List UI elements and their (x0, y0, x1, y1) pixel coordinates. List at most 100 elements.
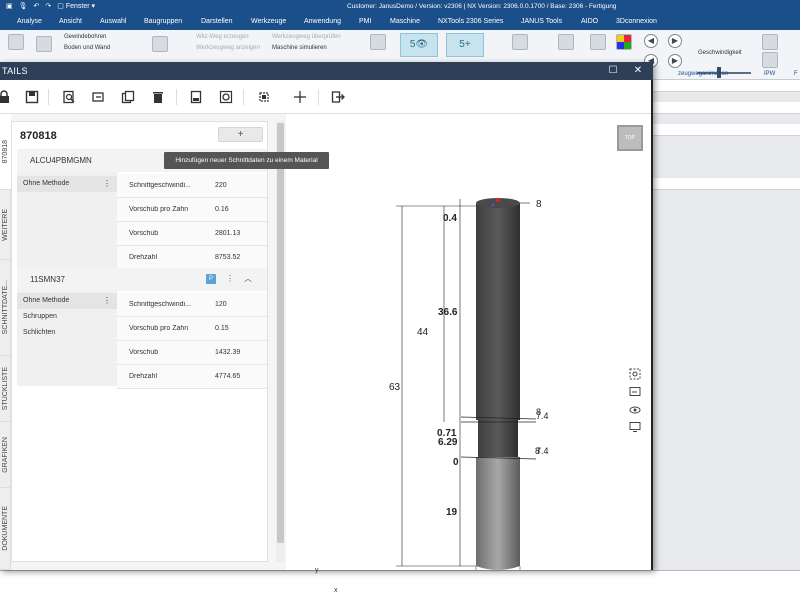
menu-pmi[interactable]: PMI (359, 18, 371, 25)
ribbon-wkz-pruefen[interactable]: Werkzeugweg überprüfen (272, 34, 341, 40)
param-value: 220 (215, 182, 227, 189)
toolbar-separator (48, 89, 49, 105)
tab-grafiken[interactable]: GRAFIKEN (0, 422, 11, 488)
close-icon[interactable]: ✕ (631, 64, 645, 78)
tab-schnittdaten[interactable]: SCHNITTDATE... (0, 260, 11, 356)
annotate-icon[interactable] (629, 386, 641, 398)
document-icon[interactable] (512, 34, 528, 50)
pocket-icon[interactable] (36, 36, 52, 52)
trash-icon[interactable] (150, 89, 166, 105)
tab-weitere[interactable]: WEITERE (0, 190, 11, 260)
window-menu[interactable]: ▢ Fenster ▾ (57, 2, 95, 10)
scrollbar-thumb[interactable] (277, 123, 284, 543)
eye-icon[interactable] (629, 404, 641, 416)
report-icon[interactable] (188, 89, 204, 105)
ipw-icon[interactable] (762, 34, 778, 50)
material-name: 11SMN37 (30, 275, 65, 284)
tab-dokumente[interactable]: DOKUMENTE (0, 488, 11, 570)
method-item[interactable]: Schlichten (17, 325, 117, 341)
step-back-icon[interactable]: ◀ (644, 34, 658, 48)
save-icon[interactable]: ▣ (6, 2, 13, 10)
menu-nxtools[interactable]: NXTools 2306 Series (438, 18, 503, 25)
dialog-title: TAILS (2, 66, 28, 76)
copy-icon[interactable] (120, 89, 136, 105)
dim-neck-radius-bottom: 7.4 (536, 446, 549, 456)
upload-icon[interactable] (590, 34, 606, 50)
maximize-icon[interactable]: ☐ (606, 64, 620, 78)
material-header[interactable]: 11SMN37 P ⋮ ︿ (17, 268, 267, 291)
add-5axis-button[interactable]: 5+ (446, 33, 484, 57)
menu-werkzeuge[interactable]: Werkzeuge (251, 18, 286, 25)
tab-stueckliste[interactable]: STÜCKLISTE (0, 356, 11, 422)
lock-icon[interactable] (0, 89, 12, 105)
nx-title-bar: ▣ 🎙 ↶ ↷ ▢ Fenster ▾ Customer: JanusDemo … (0, 0, 800, 14)
menu-darstellen[interactable]: Darstellen (201, 18, 233, 25)
menu-3dconnexion[interactable]: 3Dconnexion (616, 18, 657, 25)
play-icon[interactable]: ▶ (668, 34, 682, 48)
move-icon[interactable] (292, 89, 308, 105)
param-row[interactable]: Vorschub 1432.39 (117, 341, 267, 365)
menu-aido[interactable]: AIDO (581, 18, 598, 25)
chevron-up-icon[interactable]: ︿ (244, 273, 252, 284)
ribbon-gewindebohren[interactable]: Gewindebohren (64, 34, 106, 40)
dim-flute-length: 36.6 (438, 307, 458, 318)
param-value: 2801.13 (215, 230, 241, 237)
method-item[interactable]: Ohne Methode ⋮ (17, 293, 117, 309)
nx-graphics-area[interactable] (652, 80, 800, 600)
kebab-icon[interactable]: ⋮ (226, 274, 234, 283)
postprocess-icon[interactable] (370, 34, 386, 50)
tool-center-marker (491, 203, 495, 207)
ribbon-geschwindigkeit: Geschwindigkeit (698, 50, 742, 56)
kebab-icon[interactable]: ⋮ (103, 293, 111, 309)
dim-total-length: 63 (389, 382, 401, 393)
param-row[interactable]: Schnittgeschwindi... 120 (117, 293, 267, 317)
ribbon-maschine-sim[interactable]: Maschine simulieren (272, 45, 327, 51)
menu-baugruppen[interactable]: Baugruppen (144, 18, 182, 25)
undo-icon[interactable]: ↶ (34, 2, 40, 10)
param-row[interactable]: Vorschub pro Zahn 0.16 (117, 198, 267, 222)
param-row[interactable]: Vorschub pro Zahn 0.15 (117, 317, 267, 341)
color-wheel-icon[interactable] (616, 34, 632, 50)
drill-icon[interactable] (8, 34, 24, 50)
save-icon[interactable] (24, 89, 40, 105)
vertical-tab-bar: 870818 WEITERE SCHNITTDATE... STÜCKLISTE… (0, 114, 11, 570)
show-5axis-button[interactable]: 5👁 (400, 33, 438, 57)
step-forward-icon[interactable]: ▶ (668, 54, 682, 68)
ribbon-boden-wand[interactable]: Boden und Wand (64, 45, 110, 51)
panel-scrollbar[interactable] (276, 121, 285, 562)
menu-auswahl[interactable]: Auswahl (100, 18, 126, 25)
redo-icon[interactable]: ↷ (45, 2, 51, 10)
export-icon[interactable] (330, 89, 346, 105)
menu-analyse[interactable]: Analyse (17, 18, 42, 25)
method-item[interactable]: Ohne Methode ⋮ (17, 176, 117, 192)
tool-drawing-viewer[interactable]: 8 63 44 36.6 0.4 0.71 6.29 0 19 8 7.4 8 … (286, 114, 651, 600)
add-cutting-data-button[interactable]: + (218, 127, 263, 142)
target-icon[interactable] (218, 89, 234, 105)
search-document-icon[interactable] (61, 89, 77, 105)
fit-view-icon[interactable] (629, 368, 641, 380)
menu-maschine[interactable]: Maschine (390, 18, 420, 25)
dim-top-diameter: 8 (536, 199, 542, 210)
dim-cutting-length: 44 (417, 327, 429, 338)
ribbon-wkz-weg[interactable]: Wkz-Weg erzeugen (196, 34, 249, 40)
ribbon-wkz-anzeigen[interactable]: Werkzeugweg anzeigen (196, 45, 260, 51)
ipw-stack-icon[interactable] (762, 52, 778, 68)
dialog-title-bar[interactable]: TAILS ☐ ✕ (0, 62, 653, 80)
monitor-icon[interactable] (558, 34, 574, 50)
method-item[interactable]: Schruppen (17, 309, 117, 325)
view-cube[interactable]: TOP (617, 125, 643, 151)
param-row[interactable]: Drehzahl 8753.52 (117, 246, 267, 270)
tab-870818[interactable]: 870818 (0, 114, 11, 190)
param-row[interactable]: Vorschub 2801.13 (117, 222, 267, 246)
menu-anwendung[interactable]: Anwendung (304, 18, 341, 25)
fit-view-icon[interactable] (256, 89, 272, 105)
monitor-icon[interactable] (629, 421, 641, 433)
param-row[interactable]: Schnittgeschwindi... 220 (117, 174, 267, 198)
edit-document-icon[interactable] (90, 89, 106, 105)
menu-janus-tools[interactable]: JANUS Tools (521, 18, 562, 25)
param-row[interactable]: Drehzahl 4774.65 (117, 365, 267, 389)
microphone-icon[interactable]: 🎙 (19, 2, 28, 10)
operation-icon[interactable] (152, 36, 168, 52)
menu-ansicht[interactable]: Ansicht (59, 18, 82, 25)
kebab-icon[interactable]: ⋮ (103, 176, 111, 192)
